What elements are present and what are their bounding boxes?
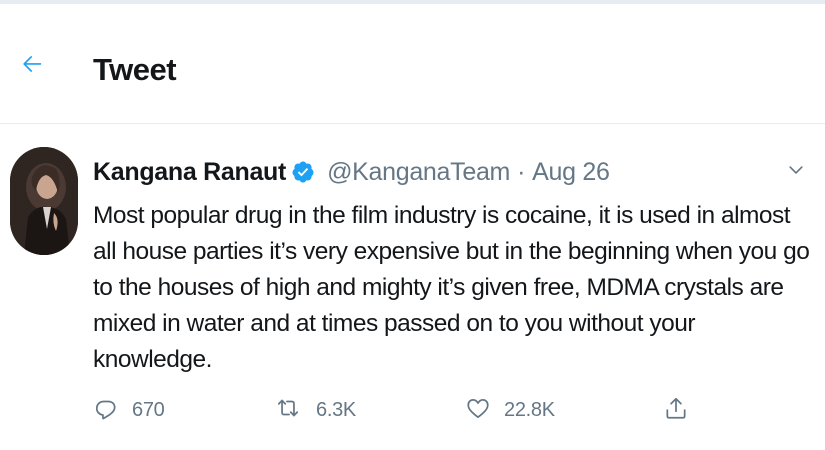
reply-button[interactable]: 670 xyxy=(93,390,165,430)
reply-icon xyxy=(93,395,119,426)
share-button[interactable] xyxy=(663,390,689,430)
retweet-count: 6.3K xyxy=(316,398,356,421)
chevron-down-icon xyxy=(786,160,806,185)
more-options-button[interactable] xyxy=(782,159,810,185)
like-count: 22.8K xyxy=(504,398,555,421)
back-button[interactable] xyxy=(14,48,50,84)
like-button[interactable]: 22.8K xyxy=(465,390,555,430)
tweet-actions: 670 6.3K 22.8K xyxy=(93,390,703,430)
tweet-date[interactable]: Aug 26 xyxy=(532,158,610,187)
retweet-icon xyxy=(273,395,303,426)
tweet-page: Tweet Kangana Ranaut @KanganaTeam · Aug … xyxy=(0,0,825,450)
verified-badge-icon xyxy=(291,160,315,184)
avatar[interactable] xyxy=(10,147,78,255)
share-icon xyxy=(663,394,689,427)
retweet-button[interactable]: 6.3K xyxy=(273,390,356,430)
tweet-meta: Kangana Ranaut @KanganaTeam · Aug 26 xyxy=(93,155,610,189)
author-name[interactable]: Kangana Ranaut xyxy=(93,158,286,187)
tweet-card[interactable]: Kangana Ranaut @KanganaTeam · Aug 26 Mos… xyxy=(0,125,825,450)
heart-icon xyxy=(465,395,491,426)
author-handle[interactable]: @KanganaTeam xyxy=(327,158,510,187)
header-bar: Tweet xyxy=(0,4,825,124)
page-title: Tweet xyxy=(93,52,177,87)
arrow-left-icon xyxy=(19,51,45,82)
tweet-text: Most popular drug in the film industry i… xyxy=(93,202,810,373)
reply-count: 670 xyxy=(132,398,165,421)
meta-separator: · xyxy=(517,157,526,186)
